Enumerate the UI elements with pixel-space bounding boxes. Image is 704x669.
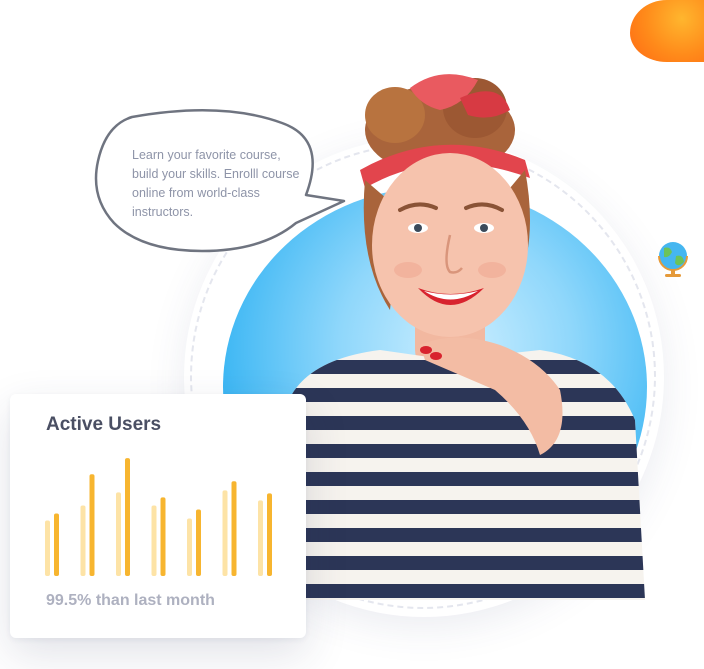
- chart-bar-light-4: [151, 505, 157, 576]
- chart-bar-dark-6: [231, 481, 237, 576]
- chart-bar-dark-7: [267, 493, 272, 576]
- chart-bar-dark-4: [160, 497, 166, 576]
- chart-bar-light-7: [258, 500, 263, 576]
- orange-decor-blob: [630, 0, 704, 62]
- chart-bar-light-5: [187, 518, 192, 576]
- chart-bar-dark-1: [54, 513, 59, 576]
- chart-bar-light-6: [222, 490, 228, 576]
- chart-bar-dark-3: [125, 458, 130, 576]
- globe-icon: [658, 242, 688, 277]
- active-users-chart: [45, 458, 272, 576]
- chart-bar-light-3: [116, 492, 121, 576]
- card-title: Active Users: [46, 414, 162, 435]
- card-footer-stat: 99.5% than last month: [46, 592, 215, 609]
- chart-bar-dark-2: [89, 474, 95, 576]
- active-users-card: Active Users 99.5% than last month: [10, 394, 306, 638]
- chart-bar-light-2: [80, 505, 86, 576]
- chart-bar-light-1: [45, 520, 50, 576]
- speech-bubble-text: Learn your favorite course, build your s…: [132, 148, 300, 219]
- chart-bar-dark-5: [196, 509, 201, 576]
